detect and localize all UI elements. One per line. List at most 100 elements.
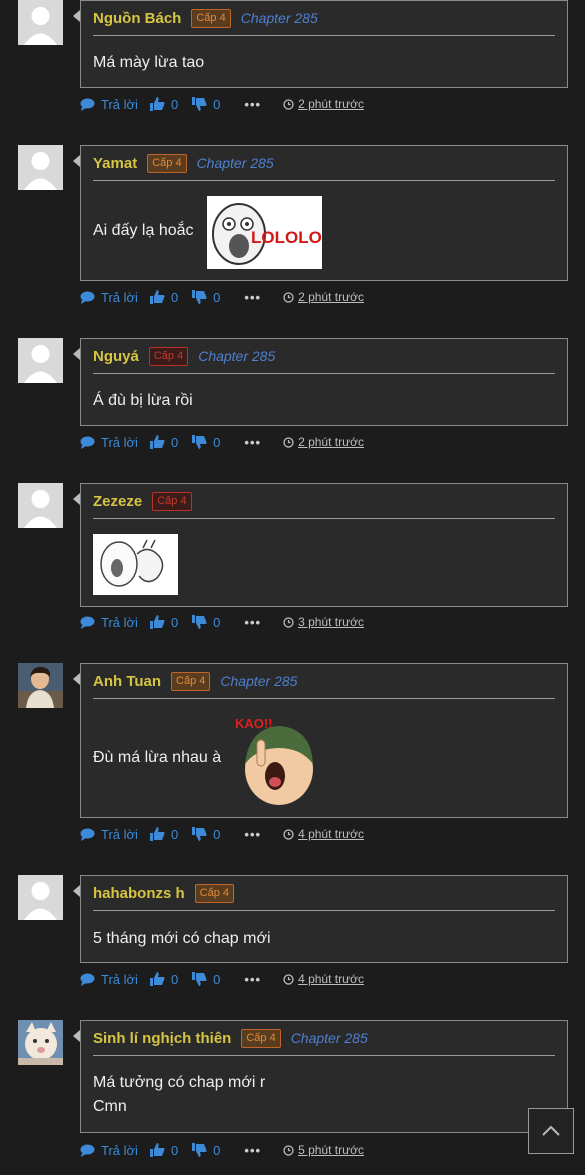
comment-box: hahabonzs h Cấp 4 5 tháng mới có chap mớ…: [73, 875, 568, 963]
thumbs-down-icon[interactable]: [192, 972, 207, 986]
chevron-up-icon: [542, 1125, 560, 1136]
level-badge: Cấp 4: [171, 671, 211, 691]
comment-box: Nguyá Cấp 4 Chapter 285 Á đù bị lừa rồi: [73, 338, 568, 426]
sticker-image: LOLOLOL: [207, 196, 322, 269]
timestamp[interactable]: 2 phút trước: [283, 290, 364, 304]
reply-label: Trả lời: [101, 614, 138, 630]
thumbs-up-icon[interactable]: [149, 972, 165, 986]
comment-header: hahabonzs h Cấp 4: [93, 876, 555, 911]
thumbs-down-icon[interactable]: [192, 1143, 207, 1157]
username[interactable]: hahabonzs h: [93, 885, 185, 902]
username[interactable]: Yamat: [93, 155, 137, 172]
dislike-count: 0: [213, 96, 221, 112]
like-count: 0: [170, 96, 179, 112]
clock-icon: [283, 436, 294, 448]
reply-button[interactable]: Trả lời: [80, 97, 138, 112]
clock-icon: [283, 973, 294, 985]
chapter-link[interactable]: Chapter 285: [197, 155, 274, 171]
avatar[interactable]: [18, 663, 63, 708]
comment-text: Má mày lừa tao: [93, 54, 205, 71]
reply-button[interactable]: Trả lời: [80, 1143, 138, 1158]
sticker-image: [93, 534, 178, 595]
username[interactable]: Anh Tuan: [93, 673, 161, 690]
dislike-count: 0: [213, 289, 221, 305]
comment-box: Nguồn Bách Cấp 4 Chapter 285 Má mày lừa …: [73, 0, 568, 88]
reply-button[interactable]: Trả lời: [80, 827, 138, 842]
avatar[interactable]: [18, 145, 63, 190]
reply-button[interactable]: Trả lời: [80, 435, 138, 450]
more-options-icon[interactable]: •••: [244, 827, 261, 842]
thumbs-down-icon[interactable]: [192, 97, 207, 111]
reply-button[interactable]: Trả lời: [80, 972, 138, 987]
clock-icon: [283, 1144, 294, 1156]
timestamp[interactable]: 2 phút trước: [283, 435, 364, 449]
more-options-icon[interactable]: •••: [244, 290, 261, 305]
dislike-count: 0: [213, 826, 221, 842]
more-options-icon[interactable]: •••: [244, 97, 261, 112]
reply-label: Trả lời: [101, 826, 138, 842]
clock-icon: [283, 291, 294, 303]
comment-actions: Trả lời 0 0 ••• 2 phút trước: [80, 287, 364, 307]
more-options-icon[interactable]: •••: [244, 435, 261, 450]
dislike-count: 0: [213, 971, 221, 987]
timestamp[interactable]: 4 phút trước: [283, 972, 364, 986]
comment-text-line: Cmn: [93, 1098, 127, 1115]
thumbs-down-icon[interactable]: [192, 615, 207, 629]
dislike-count: 0: [213, 434, 221, 450]
thumbs-up-icon[interactable]: [149, 827, 165, 841]
more-options-icon[interactable]: •••: [244, 972, 261, 987]
reply-label: Trả lời: [101, 1142, 138, 1158]
username[interactable]: Nguyá: [93, 348, 139, 365]
like-count: 0: [170, 826, 179, 842]
avatar[interactable]: [18, 1020, 63, 1065]
avatar[interactable]: [18, 338, 63, 383]
timestamp[interactable]: 2 phút trước: [283, 97, 364, 111]
thumbs-up-icon[interactable]: [149, 97, 165, 111]
timestamp[interactable]: 4 phút trước: [283, 827, 364, 841]
comment-actions: Trả lời 0 0 ••• 2 phút trước: [80, 94, 364, 114]
thumbs-up-icon[interactable]: [149, 1143, 165, 1157]
more-options-icon[interactable]: •••: [244, 1143, 261, 1158]
dislike-count: 0: [213, 1142, 221, 1158]
timestamp[interactable]: 5 phút trước: [283, 1143, 364, 1157]
comment-header: Sinh lí nghịch thiên Cấp 4 Chapter 285: [93, 1021, 555, 1056]
like-count: 0: [170, 289, 179, 305]
reply-label: Trả lời: [101, 96, 138, 112]
reply-label: Trả lời: [101, 289, 138, 305]
comment-actions: Trả lời 0 0 ••• 4 phút trước: [80, 969, 364, 989]
chat-icon: [80, 436, 95, 449]
comment-header: Nguyá Cấp 4 Chapter 285: [93, 339, 555, 374]
thumbs-up-icon[interactable]: [149, 615, 165, 629]
more-options-icon[interactable]: •••: [244, 615, 261, 630]
comment-actions: Trả lời 0 0 ••• 2 phút trước: [80, 432, 364, 452]
thumbs-up-icon[interactable]: [149, 435, 165, 449]
chapter-link[interactable]: Chapter 285: [291, 1030, 368, 1046]
avatar[interactable]: [18, 875, 63, 920]
username[interactable]: Nguồn Bách: [93, 10, 181, 27]
like-count: 0: [170, 434, 179, 450]
thumbs-down-icon[interactable]: [192, 290, 207, 304]
reply-button[interactable]: Trả lời: [80, 615, 138, 630]
scroll-to-top-button[interactable]: [528, 1108, 574, 1154]
username[interactable]: Zezeze: [93, 493, 142, 510]
clock-icon: [283, 828, 294, 840]
reply-button[interactable]: Trả lời: [80, 290, 138, 305]
reply-label: Trả lời: [101, 971, 138, 987]
timestamp[interactable]: 3 phút trước: [283, 615, 364, 629]
chapter-link[interactable]: Chapter 285: [241, 10, 318, 26]
avatar[interactable]: [18, 483, 63, 528]
dislike-count: 0: [213, 614, 221, 630]
chapter-link[interactable]: Chapter 285: [198, 348, 275, 364]
comment-box: Sinh lí nghịch thiên Cấp 4 Chapter 285 M…: [73, 1020, 568, 1133]
thumbs-down-icon[interactable]: [192, 827, 207, 841]
chat-icon: [80, 1144, 95, 1157]
username[interactable]: Sinh lí nghịch thiên: [93, 1030, 231, 1047]
like-count: 0: [170, 971, 179, 987]
like-count: 0: [170, 1142, 179, 1158]
chat-icon: [80, 291, 95, 304]
comment-text: 5 tháng mới có chap mới: [93, 930, 271, 947]
thumbs-up-icon[interactable]: [149, 290, 165, 304]
avatar[interactable]: [18, 0, 63, 45]
thumbs-down-icon[interactable]: [192, 435, 207, 449]
chapter-link[interactable]: Chapter 285: [220, 673, 297, 689]
